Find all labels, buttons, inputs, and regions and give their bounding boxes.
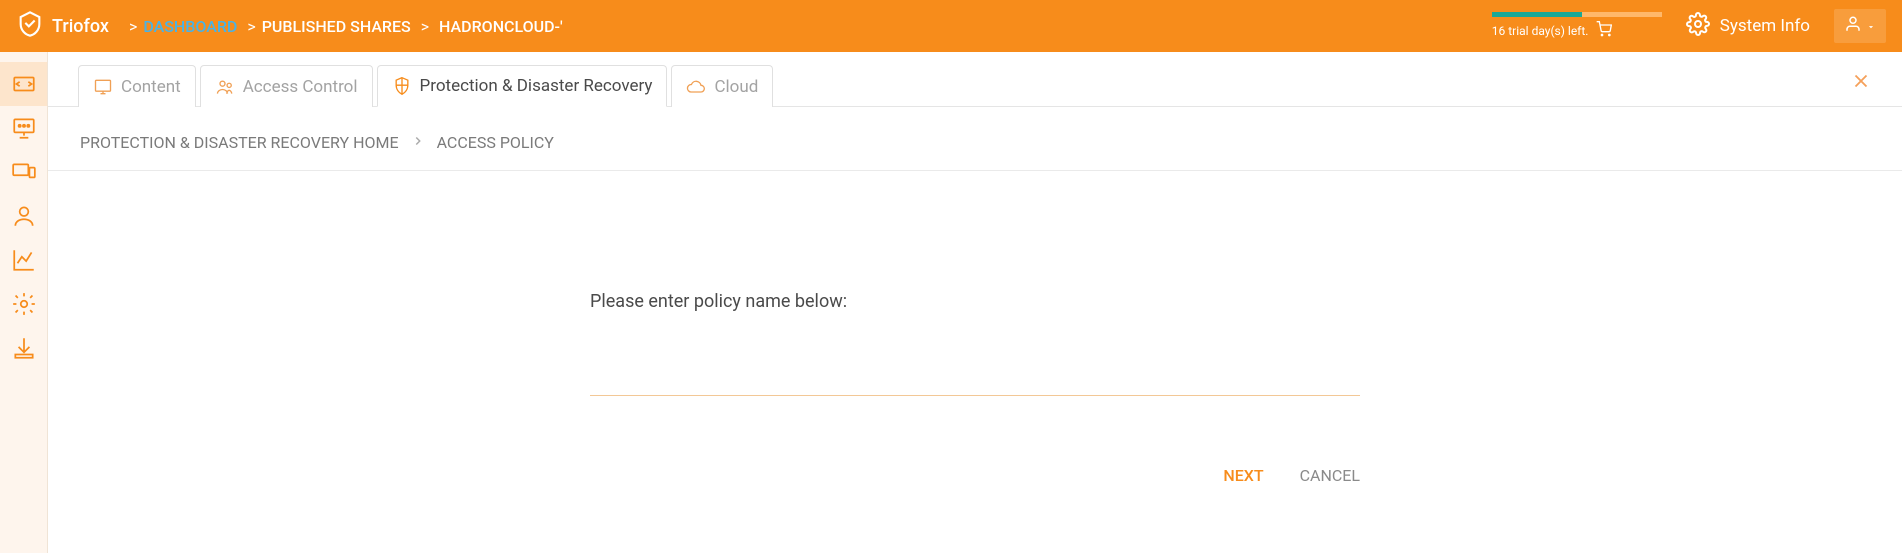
- cart-icon[interactable]: [1596, 21, 1612, 40]
- tab-access-control-label: Access Control: [243, 77, 358, 97]
- chevron-down-icon: [1866, 17, 1876, 36]
- breadcrumb-published-shares[interactable]: PUBLISHED SHARES: [262, 17, 411, 36]
- user-icon: [1844, 15, 1862, 37]
- system-info-link[interactable]: System Info: [1686, 12, 1810, 41]
- tab-cloud[interactable]: Cloud: [671, 65, 773, 107]
- tab-cloud-label: Cloud: [714, 77, 758, 97]
- trial-area: 16 trial day(s) left.: [1492, 12, 1662, 40]
- sidebar-item-reports[interactable]: [0, 238, 47, 282]
- sidebar-item-download[interactable]: [0, 326, 47, 370]
- policy-name-input[interactable]: [590, 362, 1360, 396]
- breadcrumb-sep: >: [417, 17, 433, 36]
- trial-days-text: 16 trial day(s) left.: [1492, 24, 1589, 38]
- form-prompt: Please enter policy name below:: [590, 291, 1360, 312]
- tab-protection-label: Protection & Disaster Recovery: [420, 76, 653, 96]
- chevron-right-icon: [411, 133, 425, 152]
- breadcrumb-sep: >: [243, 17, 255, 36]
- form-area: Please enter policy name below: NEXT CAN…: [48, 171, 1902, 485]
- logo-area: Triofox > DASHBOARD > PUBLISHED SHARES >…: [16, 10, 563, 42]
- sub-breadcrumb-home[interactable]: PROTECTION & DISASTER RECOVERY HOME: [80, 133, 399, 152]
- sidebar-item-user[interactable]: [0, 194, 47, 238]
- trial-progress-fill: [1492, 12, 1582, 17]
- sidebar-item-devices[interactable]: [0, 150, 47, 194]
- tabs-row: Content Access Control Protection & Disa…: [48, 52, 1902, 107]
- trial-row: 16 trial day(s) left.: [1492, 21, 1662, 40]
- sub-breadcrumb: PROTECTION & DISASTER RECOVERY HOME ACCE…: [48, 107, 1902, 171]
- content-area: Content Access Control Protection & Disa…: [48, 52, 1902, 553]
- main-area: Content Access Control Protection & Disa…: [0, 52, 1902, 553]
- trial-progress-bar: [1492, 12, 1662, 17]
- logo-icon: [16, 10, 44, 42]
- brand-name: Triofox: [52, 16, 109, 37]
- system-info-label: System Info: [1720, 16, 1810, 36]
- tab-protection[interactable]: Protection & Disaster Recovery: [377, 65, 668, 107]
- sidebar-item-settings[interactable]: [0, 282, 47, 326]
- sidebar-item-share[interactable]: [0, 62, 47, 106]
- next-button[interactable]: NEXT: [1223, 466, 1263, 485]
- action-buttons: NEXT CANCEL: [590, 466, 1360, 485]
- close-button[interactable]: [1850, 70, 1872, 96]
- gear-icon: [1686, 12, 1710, 41]
- sidebar-item-monitor[interactable]: [0, 106, 47, 150]
- header-right: 16 trial day(s) left. System Info: [1492, 9, 1886, 43]
- top-breadcrumb: > DASHBOARD > PUBLISHED SHARES > HADRONC…: [123, 17, 563, 36]
- cancel-button[interactable]: CANCEL: [1300, 466, 1360, 485]
- user-menu[interactable]: [1834, 9, 1886, 43]
- sub-breadcrumb-current[interactable]: ACCESS POLICY: [437, 133, 554, 152]
- breadcrumb-dashboard[interactable]: DASHBOARD: [143, 17, 237, 36]
- sidebar: [0, 52, 48, 553]
- tab-content-label: Content: [121, 77, 181, 97]
- breadcrumb-sep: >: [129, 17, 137, 36]
- breadcrumb-hadroncloud[interactable]: HADRONCLOUD-': [439, 17, 563, 36]
- tab-content[interactable]: Content: [78, 65, 196, 107]
- tab-access-control[interactable]: Access Control: [200, 65, 373, 107]
- top-header: Triofox > DASHBOARD > PUBLISHED SHARES >…: [0, 0, 1902, 52]
